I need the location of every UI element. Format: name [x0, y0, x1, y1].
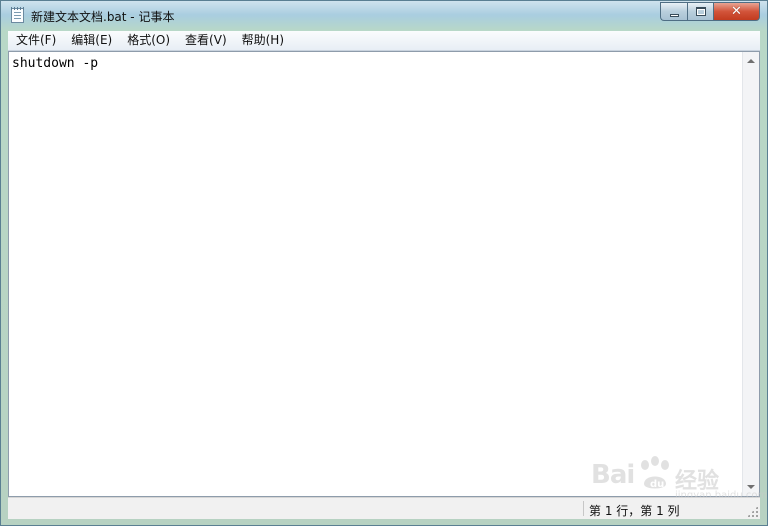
scroll-down-icon[interactable]: [747, 485, 755, 489]
notepad-icon[interactable]: [11, 7, 24, 23]
svg-text:du: du: [650, 479, 664, 490]
paw-icon: du: [641, 456, 669, 490]
menu-help[interactable]: 帮助(H): [234, 31, 291, 50]
notepad-window: 新建文本文档.bat - 记事本 ✕ 文件(F) 编辑(E) 格式(O) 查看(…: [0, 0, 768, 526]
scroll-up-icon[interactable]: [747, 59, 755, 63]
menu-bar: 文件(F) 编辑(E) 格式(O) 查看(V) 帮助(H): [8, 31, 760, 51]
title-bar[interactable]: 新建文本文档.bat - 记事本 ✕: [1, 1, 767, 31]
menu-view[interactable]: 查看(V): [177, 31, 234, 50]
text-editor-area[interactable]: shutdown -p: [8, 51, 760, 497]
close-icon: ✕: [731, 4, 742, 19]
status-separator: [583, 501, 584, 516]
maximize-button[interactable]: [687, 2, 714, 21]
window-title: 新建文本文档.bat - 记事本: [31, 10, 175, 24]
cursor-position: 第 1 行，第 1 列: [589, 504, 680, 518]
menu-file[interactable]: 文件(F): [8, 31, 63, 50]
menu-format[interactable]: 格式(O): [119, 31, 177, 50]
watermark-brand-left: Bai: [591, 460, 635, 490]
status-bar: 第 1 行，第 1 列: [8, 497, 760, 519]
close-button[interactable]: ✕: [714, 2, 760, 21]
maximize-icon: [695, 7, 706, 16]
minimize-button[interactable]: [660, 2, 687, 21]
caption-buttons: ✕: [660, 2, 760, 21]
vertical-scrollbar[interactable]: [742, 52, 759, 496]
menu-edit[interactable]: 编辑(E): [63, 31, 119, 50]
minimize-icon: [669, 13, 679, 17]
resize-grip-icon[interactable]: [747, 506, 758, 517]
editor-content[interactable]: shutdown -p: [12, 56, 98, 71]
